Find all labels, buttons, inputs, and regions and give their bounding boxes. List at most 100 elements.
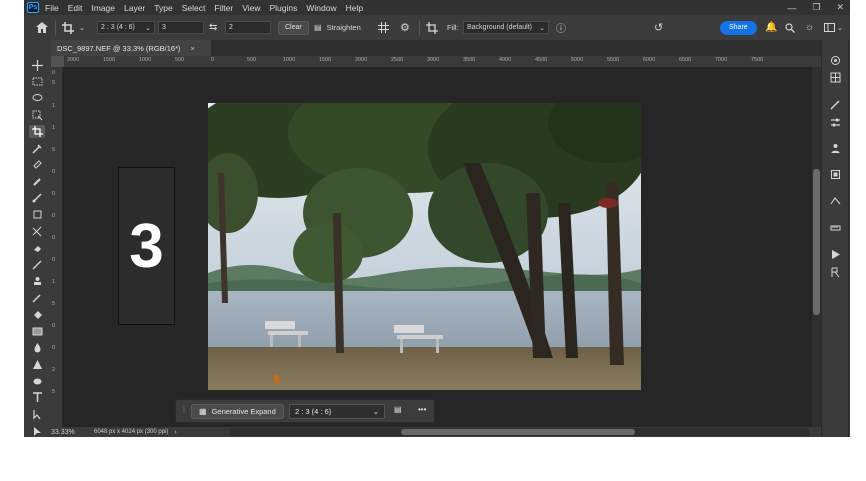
ratio-height-field[interactable]: 2 — [225, 21, 271, 34]
gear-icon[interactable]: ⚙ — [400, 21, 410, 34]
more-options-icon[interactable]: ••• — [418, 405, 426, 414]
crop-tool-preset-icon[interactable]: ⌄ — [62, 21, 85, 34]
menu-select[interactable]: Select — [182, 3, 206, 13]
menu-filter[interactable]: Filter — [214, 3, 233, 13]
marquee-tool-icon[interactable] — [29, 75, 45, 88]
move-tool-icon[interactable] — [29, 59, 45, 72]
actions-play-icon[interactable] — [828, 248, 842, 260]
bucket-tool-icon[interactable] — [29, 308, 45, 321]
menu-view[interactable]: View — [242, 3, 260, 13]
chevron-down-icon: ⌄ — [539, 24, 545, 32]
horizontal-scroll-thumb[interactable] — [401, 429, 635, 435]
overlay-number: 3 — [118, 167, 175, 325]
horizontal-scrollbar[interactable] — [229, 428, 809, 436]
menu-type[interactable]: Type — [154, 3, 172, 13]
minimize-icon[interactable]: — — [787, 3, 796, 13]
dodge-tool-icon[interactable] — [29, 358, 45, 371]
ruler-tick: 1000 — [139, 57, 152, 63]
image-trees — [208, 103, 641, 383]
document-tab-bar: DSC_9897.NEF @ 33.3% (RGB/16*) × — [51, 40, 821, 56]
bell-icon[interactable]: 🔔 — [765, 21, 777, 34]
home-icon[interactable] — [36, 21, 48, 34]
menu-plugins[interactable]: Plugins — [269, 3, 297, 13]
menu-file[interactable]: File — [45, 3, 59, 13]
menu-image[interactable]: Image — [91, 3, 115, 13]
vertical-scroll-thumb[interactable] — [813, 169, 820, 315]
chevron-down-icon: ⌄ — [372, 407, 379, 416]
ruler-tick: 1500 — [103, 57, 116, 63]
document-image[interactable] — [208, 103, 641, 390]
close-window-icon[interactable]: ✕ — [836, 2, 844, 13]
ruler-tick: 0 — [52, 169, 56, 175]
menu-window[interactable]: Window — [306, 3, 336, 13]
ratio-select[interactable]: 2 : 3 (4 : 6) ⌄ — [289, 404, 385, 419]
ruler-tick: 0 — [52, 70, 56, 76]
ratio-preset-select[interactable]: 2 : 3 (4 : 6) ⌄ — [97, 21, 155, 34]
close-tab-icon[interactable]: × — [191, 44, 195, 53]
people-icon[interactable] — [828, 142, 842, 154]
ratio-width-field[interactable]: 3 — [158, 21, 204, 34]
clear-button[interactable]: Clear — [278, 20, 309, 35]
history-brush-tool-icon[interactable] — [29, 225, 45, 238]
adjustments-icon[interactable] — [828, 116, 842, 128]
info-icon[interactable]: ⓘ — [556, 21, 566, 35]
history-icon[interactable] — [828, 266, 842, 278]
generative-expand-button[interactable]: ▦ Generative Expand — [191, 404, 284, 419]
document-tab[interactable]: DSC_9897.NEF @ 33.3% (RGB/16*) × — [51, 40, 211, 56]
lasso-tool-icon[interactable] — [29, 92, 45, 105]
remove-tool-icon[interactable] — [29, 175, 45, 188]
ruler-tick: 1500 — [319, 57, 332, 63]
ruler-tick: 500 — [175, 57, 185, 63]
restore-icon[interactable]: ❐ — [812, 2, 820, 13]
drag-handle-icon[interactable]: ⋮ — [180, 405, 188, 414]
smudge-tool-icon[interactable] — [29, 291, 45, 304]
brush-tool-2-icon[interactable] — [29, 258, 45, 271]
type-tool-icon[interactable] — [29, 391, 45, 404]
ruler-tick: 2000 — [355, 57, 368, 63]
gradient-tool-icon[interactable] — [29, 325, 45, 338]
eraser-tool-icon[interactable] — [29, 241, 45, 254]
grid-overlay-icon[interactable] — [378, 21, 389, 34]
chevron-down-icon: ⌄ — [145, 24, 151, 32]
reset-icon[interactable]: ↺ — [654, 21, 663, 34]
share-button[interactable]: Share — [720, 20, 757, 35]
fill-select[interactable]: Background (default) ⌄ — [463, 21, 549, 34]
swap-icon[interactable]: ⇆ — [209, 21, 217, 34]
libraries-icon[interactable] — [828, 71, 842, 83]
vertical-scrollbar[interactable] — [812, 67, 821, 427]
blur-tool-icon[interactable] — [29, 341, 45, 354]
properties-icon[interactable] — [828, 168, 842, 180]
straighten-button[interactable]: ▤ Straighten — [314, 21, 361, 34]
ruler-tick: 5 — [52, 80, 56, 86]
menu-layer[interactable]: Layer — [124, 3, 145, 13]
zoom-level[interactable]: 33.33% — [51, 429, 91, 436]
pen-tool-icon[interactable] — [29, 375, 45, 388]
spot-healing-tool-icon[interactable] — [29, 158, 45, 171]
menu-help[interactable]: Help — [346, 3, 363, 13]
search-icon[interactable] — [785, 21, 795, 34]
stamp-tool-icon[interactable] — [29, 275, 45, 288]
ratio-preset-value: 2 : 3 (4 : 6) — [101, 24, 135, 31]
object-selection-tool-icon[interactable] — [29, 109, 45, 122]
workspace-icon[interactable]: ⌄ — [824, 21, 843, 34]
brush-settings-icon[interactable] — [828, 98, 842, 110]
brush-tool-icon[interactable] — [29, 191, 45, 204]
chevron-right-icon[interactable]: › — [174, 429, 176, 436]
straighten-icon[interactable]: ▤ — [394, 405, 402, 414]
contextual-task-bar: ⋮ ▦ Generative Expand 2 : 3 (4 : 6) ⌄ ▤ … — [175, 399, 435, 423]
ruler-vertical: 0 5 1 1 5 0 0 0 0 0 1 5 0 0 2 5 — [51, 67, 63, 427]
eyedropper-tool-icon[interactable] — [29, 142, 45, 155]
lightbulb-icon[interactable]: ☼ — [805, 21, 814, 34]
path-selection-tool-icon[interactable] — [29, 408, 45, 421]
clone-stamp-tool-icon[interactable] — [29, 208, 45, 221]
content-aware-crop-icon[interactable] — [426, 21, 438, 34]
menu-edit[interactable]: Edit — [68, 3, 83, 13]
direct-selection-tool-icon[interactable] — [29, 425, 45, 437]
crop-tool-icon[interactable] — [29, 125, 45, 138]
generative-expand-label: Generative Expand — [211, 407, 276, 416]
overlay-number-text: 3 — [129, 211, 164, 281]
paths-icon[interactable] — [828, 195, 842, 207]
document-tab-title: DSC_9897.NEF @ 33.3% (RGB/16*) — [57, 43, 181, 53]
ruler-panel-icon[interactable] — [828, 221, 842, 233]
learn-icon[interactable] — [828, 54, 842, 66]
